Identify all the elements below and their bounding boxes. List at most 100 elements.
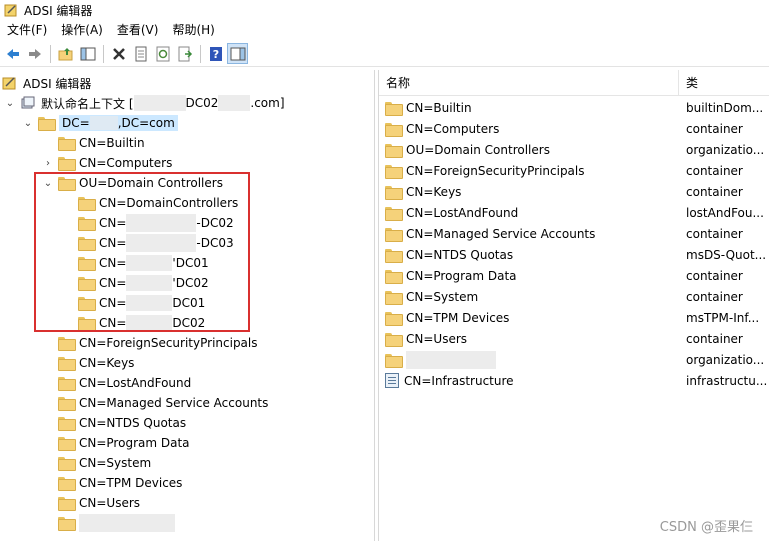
column-header-class[interactable]: 类 [679,70,769,96]
list-item-class: organizatio... [686,352,765,367]
list-item-class: msTPM-Inf... [686,310,760,325]
folder-icon [385,248,403,263]
tree-root[interactable]: ADSI 编辑器 [2,73,91,93]
tree-item-builtin[interactable]: CN=Builtin [58,133,145,153]
folder-icon [58,457,76,471]
folder-icon [58,477,76,491]
list-item-class: infrastructu... [686,373,768,388]
list-item-class: container [686,163,743,178]
tree-item-label: CN=Builtin [79,136,145,150]
naming-context-prefix: 默认命名上下文 [ [41,96,134,111]
list-item[interactable]: OU=Domain Controllers organizatio... [379,139,769,160]
tree-item-label: CN=Managed Service Accounts [79,396,269,410]
tree-item-domain[interactable]: ⌄ DC= ,DC=com [22,113,178,133]
tree-item-program-data[interactable]: CN=Program Data [58,433,190,453]
menu-action[interactable]: 操作(A) [54,20,110,40]
redacted-text [79,514,175,532]
tree-item-users[interactable]: CN=Users [58,493,140,513]
tree-root-label: ADSI 编辑器 [23,76,92,91]
export-list-icon[interactable] [174,43,195,64]
computers-folder-icon [385,122,403,137]
menu-view[interactable]: 查看(V) [110,20,166,40]
infrastructure-icon [385,373,399,388]
folder-icon [58,377,76,391]
list-item-name: CN=ForeignSecurityPrincipals [406,163,585,178]
chevron-down-icon[interactable]: ⌄ [22,113,34,133]
show-hide-tree-icon[interactable] [77,43,98,64]
list-item[interactable]: CN=NTDS Quotas msDS-Quot... [379,244,769,265]
properties-icon[interactable] [130,43,151,64]
toolbar-separator [103,44,104,63]
folder-icon [58,357,76,371]
tree-item-label: CN=Program Data [79,436,190,450]
list-header: 名称 类 [379,70,769,96]
list-item-name: OU=Domain Controllers [406,142,550,157]
list-item[interactable]: CN=Users container [379,328,769,349]
folder-icon [385,101,403,116]
list-item-name: CN=Builtin [406,100,472,115]
list-item[interactable]: CN=Program Data container [379,265,769,286]
folder-icon [385,311,403,326]
tree-item-label: CN=Computers [79,156,173,170]
list-item[interactable]: CN=System container [379,286,769,307]
list-item[interactable]: CN=LostAndFound lostAndFou... [379,202,769,223]
list-item-class: container [686,268,743,283]
list-item[interactable]: CN=TPM Devices msTPM-Inf... [379,307,769,328]
tree-item-ntds-quotas[interactable]: CN=NTDS Quotas [58,413,186,433]
chevron-down-icon[interactable]: ⌄ [4,93,16,113]
tree-pane[interactable]: ADSI 编辑器 ⌄ 默认命名上下文 [ DC02 .com] ⌄ DC= ,DC… [0,70,375,541]
tree-item-computers[interactable]: › CN=Computers [42,153,172,173]
list-item-class: container [686,226,743,241]
redacted-text [406,350,496,369]
list-item-name: CN=System [406,289,479,304]
list-item[interactable]: CN=Infrastructure infrastructu... [379,370,769,391]
list-item[interactable]: organizatio... [379,349,769,370]
list-item-name: CN=Computers [406,121,500,136]
delete-icon[interactable] [108,43,129,64]
list-item-name: CN=Program Data [406,268,517,283]
tree-item-label: CN=LostAndFound [79,376,192,390]
list-item[interactable]: CN=Managed Service Accounts container [379,223,769,244]
list-item[interactable]: CN=Builtin builtinDom... [379,97,769,118]
folder-icon [385,290,403,305]
adsi-root-icon [2,75,18,91]
folder-icon [58,497,76,511]
toolbar-separator [50,44,51,63]
menu-file[interactable]: 文件(F) [0,20,54,40]
folder-icon [58,137,76,151]
help-icon[interactable]: ? [205,43,226,64]
list-item-class: msDS-Quot... [686,247,767,262]
list-item[interactable]: CN=Keys container [379,181,769,202]
tree-item-default-naming-context[interactable]: ⌄ 默认命名上下文 [ DC02 .com] [4,93,285,113]
refresh-icon[interactable] [152,43,173,64]
folder-icon [385,227,403,242]
folder-icon [58,517,76,531]
list-item[interactable]: CN=Computers container [379,118,769,139]
tree-item-system[interactable]: CN=System [58,453,151,473]
up-folder-icon[interactable] [55,43,76,64]
list-pane[interactable]: 名称 类 CN=Builtin builtinDom... CN=Compute… [378,70,769,541]
back-arrow-icon[interactable] [2,43,23,64]
redacted-text [89,116,118,131]
column-header-name[interactable]: 名称 [379,70,679,96]
tree-item-foreign-security-principals[interactable]: CN=ForeignSecurityPrincipals [58,333,258,353]
tree-item-tpm-devices[interactable]: CN=TPM Devices [58,473,182,493]
list-item-name: CN=Managed Service Accounts [406,226,596,241]
chevron-right-icon[interactable]: › [42,153,54,173]
tree-item-redacted-ou[interactable] [58,513,175,533]
tree-item-lost-and-found[interactable]: CN=LostAndFound [58,373,191,393]
menu-help[interactable]: 帮助(H) [165,20,221,40]
list-item[interactable]: CN=ForeignSecurityPrincipals container [379,160,769,181]
folder-icon [385,332,403,347]
redacted-text [218,95,251,111]
show-hide-action-pane-icon[interactable] [227,43,248,64]
tree-item-keys[interactable]: CN=Keys [58,353,134,373]
watermark: CSDN @歪果仨 [659,520,753,535]
forward-arrow-icon[interactable] [24,43,45,64]
list-item-class: container [686,331,743,346]
tree-item-managed-service-accounts[interactable]: CN=Managed Service Accounts [58,393,268,413]
naming-context-suffix: .com] [250,96,285,110]
tree-item-label: CN=System [79,456,152,470]
folder-icon [385,143,403,158]
list-item-class: lostAndFou... [686,205,764,220]
